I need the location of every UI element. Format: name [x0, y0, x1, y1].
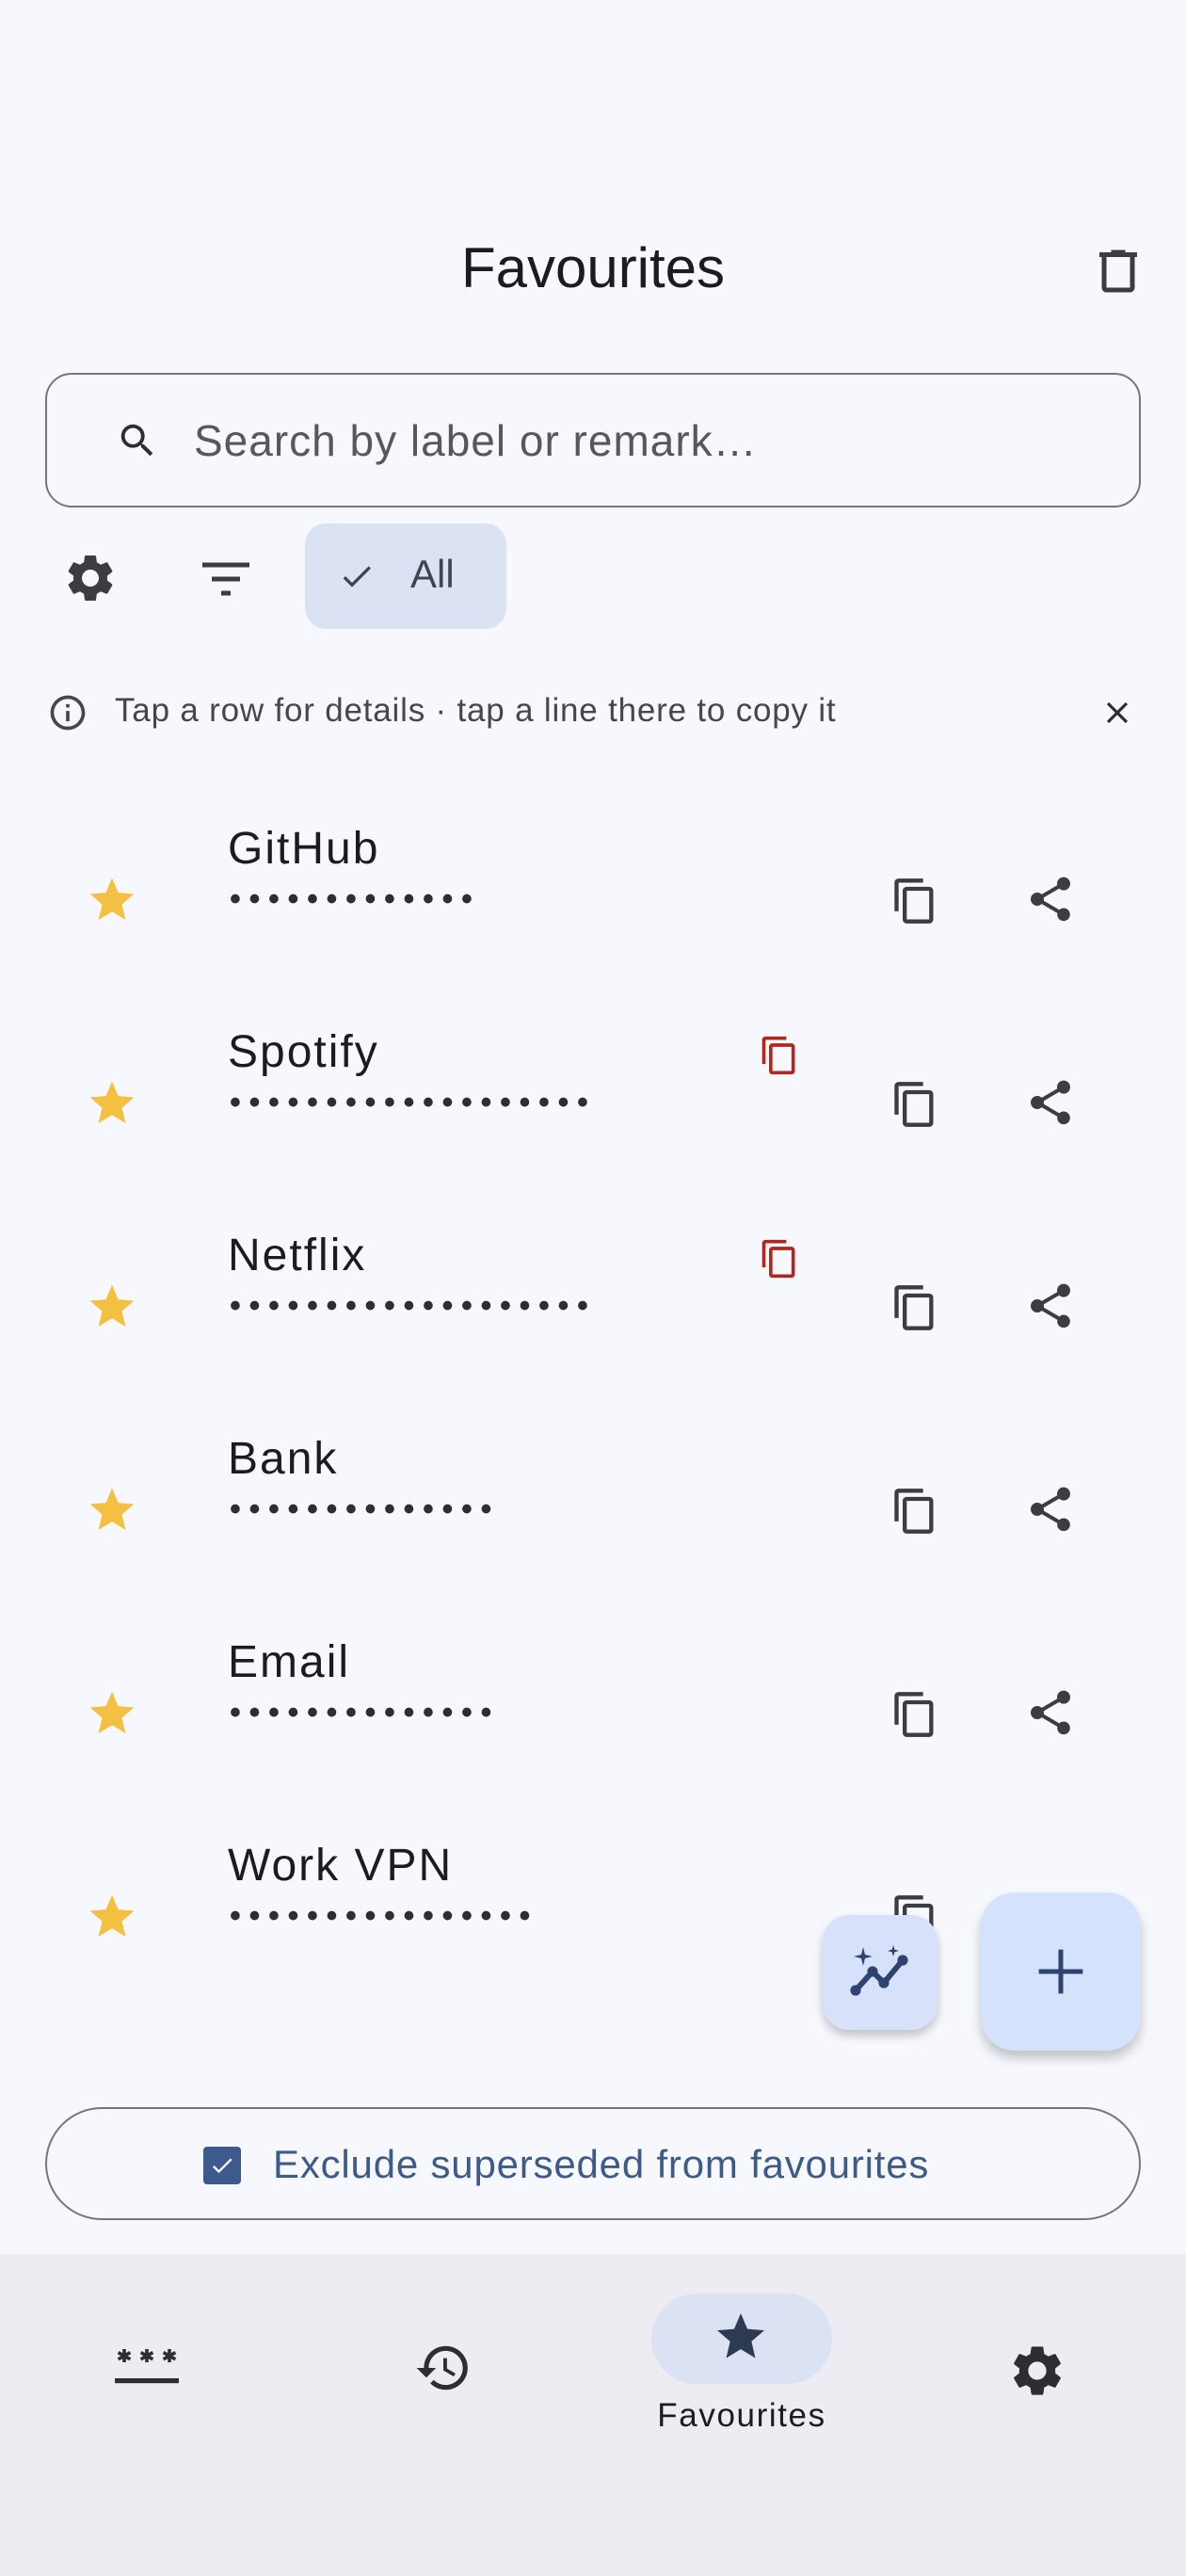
- share-icon[interactable]: [1024, 872, 1077, 926]
- entry-masked-value: •••••••••••••: [230, 881, 481, 917]
- check-icon: [212, 2158, 232, 2174]
- entry-masked-value: ••••••••••••••: [230, 1491, 501, 1527]
- share-icon[interactable]: [1024, 1685, 1077, 1740]
- star-icon: [717, 2313, 764, 2359]
- entry-label: Spotify: [228, 1027, 379, 1077]
- list-item[interactable]: Netflix •••••••••••••••••••: [0, 1190, 1186, 1393]
- duplicate-warning-icon: [761, 1239, 795, 1279]
- copy-icon[interactable]: [890, 1687, 939, 1742]
- entry-label: GitHub: [228, 824, 380, 874]
- entry-masked-value: ••••••••••••••: [230, 1695, 501, 1731]
- star-icon[interactable]: [85, 874, 139, 926]
- entry-masked-value: •••••••••••••••••••: [230, 1288, 597, 1324]
- copy-icon[interactable]: [890, 874, 939, 928]
- star-icon[interactable]: [85, 1077, 139, 1130]
- list-item[interactable]: Bank ••••••••••••••: [0, 1393, 1186, 1597]
- delete-icon[interactable]: [1090, 240, 1146, 302]
- share-icon[interactable]: [1024, 1279, 1077, 1333]
- history-icon[interactable]: [412, 2339, 474, 2397]
- exclude-superseded-label: Exclude superseded from favourites: [273, 2142, 930, 2186]
- entry-label: Bank: [228, 1434, 339, 1484]
- copy-icon[interactable]: [890, 1280, 939, 1335]
- exclude-superseded-toggle[interactable]: Exclude superseded from favourites: [45, 2107, 1141, 2220]
- plus-icon: [1038, 1949, 1083, 1994]
- settings-icon[interactable]: [62, 550, 119, 606]
- search-input[interactable]: [194, 375, 1111, 506]
- settings-icon[interactable]: [1007, 2341, 1067, 2401]
- check-icon: [343, 566, 371, 588]
- star-icon[interactable]: [85, 1484, 139, 1537]
- star-icon[interactable]: [85, 1891, 139, 1943]
- add-button[interactable]: [981, 1892, 1141, 2051]
- entry-masked-value: ••••••••••••••••: [230, 1898, 539, 1934]
- star-icon[interactable]: [85, 1280, 139, 1333]
- filter-icon[interactable]: [198, 555, 254, 603]
- list-item[interactable]: Spotify •••••••••••••••••••: [0, 987, 1186, 1190]
- list-item[interactable]: Email ••••••••••••••: [0, 1597, 1186, 1800]
- copy-icon[interactable]: [890, 1484, 939, 1538]
- close-icon[interactable]: [1099, 695, 1135, 731]
- copy-icon[interactable]: [890, 1077, 939, 1132]
- entry-label: Email: [228, 1637, 351, 1687]
- nav-item-favourites[interactable]: [651, 2294, 832, 2384]
- bottom-navigation: Favourites: [0, 2254, 1186, 2576]
- entry-masked-value: •••••••••••••••••••: [230, 1085, 597, 1120]
- entry-label: Work VPN: [228, 1841, 454, 1891]
- filter-chip-all[interactable]: All: [305, 523, 506, 629]
- share-icon[interactable]: [1024, 1482, 1077, 1537]
- search-bar[interactable]: [45, 373, 1141, 507]
- list-item[interactable]: GitHub •••••••••••••: [0, 783, 1186, 987]
- info-icon: [50, 695, 86, 731]
- share-icon[interactable]: [1024, 1075, 1077, 1130]
- generate-button[interactable]: [823, 1915, 938, 2030]
- search-icon: [120, 424, 153, 456]
- duplicate-warning-icon: [761, 1036, 795, 1075]
- password-icon[interactable]: [115, 2346, 179, 2388]
- filter-chip-label: All: [410, 552, 455, 596]
- entry-label: Netflix: [228, 1231, 367, 1280]
- page-title: Favourites: [460, 236, 726, 299]
- info-message: Tap a row for details · tap a line there…: [115, 692, 837, 729]
- star-icon[interactable]: [85, 1687, 139, 1740]
- nav-item-label: Favourites: [657, 2397, 826, 2434]
- auto-graph-icon: [850, 1945, 908, 1996]
- checkbox[interactable]: [203, 2147, 241, 2184]
